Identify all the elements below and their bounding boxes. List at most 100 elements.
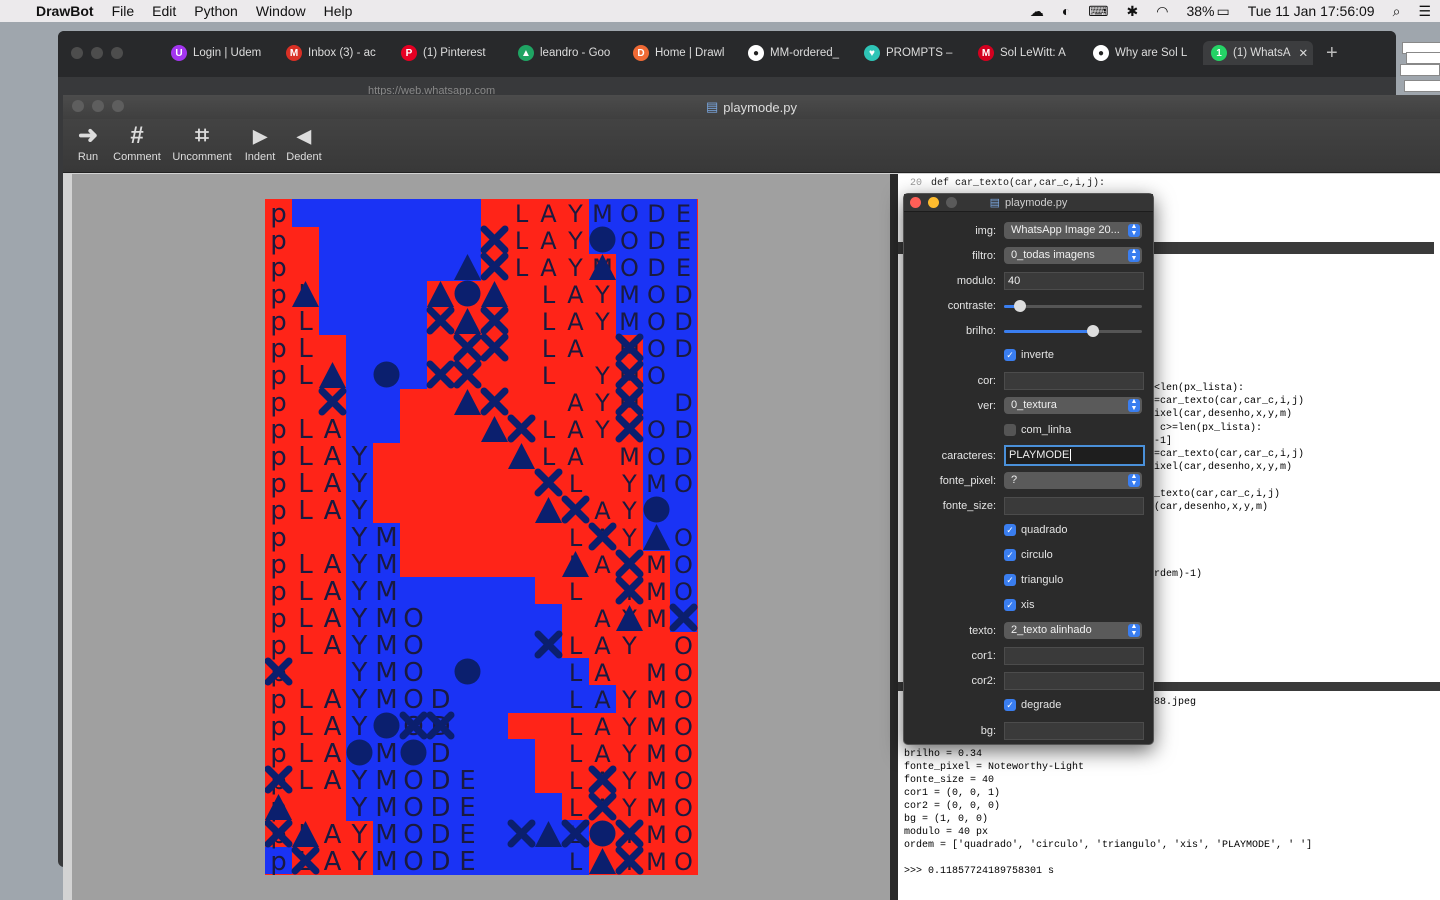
artwork-letter: O [403,658,423,688]
code-fragment: ixel(car,desenho,x,y,m) [1154,462,1293,473]
battery-percent[interactable]: 38% [1177,3,1216,19]
modulo-field[interactable]: 40 [1004,272,1144,290]
browser-tab[interactable]: ▲ leandro - Goo [518,41,626,65]
drawbot-minimize-button[interactable] [92,100,104,112]
browser-address-bar[interactable]: https://web.whatsapp.com [288,81,1188,95]
code-fragment: (car,desenho,x,y,m) [1154,502,1269,513]
run-button[interactable]: ➜ Run [75,121,101,163]
creative-cloud-icon[interactable]: ☁ [1021,3,1053,20]
fonte-size-field[interactable] [1004,497,1144,515]
menu-python[interactable]: Python [185,3,247,19]
bg-field[interactable] [1004,722,1144,740]
artwork-triangle [292,281,319,307]
texto-popup[interactable]: 2_texto alinhado ▲ ▼ [1004,622,1142,639]
artwork-letter: A [567,389,584,417]
artwork-letter: M [646,821,667,849]
drawbot-close-button[interactable] [72,100,84,112]
artwork-letter: L [298,766,313,796]
browser-minimize-button[interactable] [91,47,103,59]
quadrado-checkbox[interactable]: ✓ quadrado [1004,524,1068,536]
circulo-checkbox[interactable]: ✓ circulo [1004,549,1053,561]
artwork-letter: O [674,767,693,795]
dedent-label: Dedent [286,151,322,163]
control-center-icon[interactable]: ☰ [1409,3,1440,20]
uncomment-button[interactable]: ⌗ Uncomment [170,121,234,163]
menu-window[interactable]: Window [247,3,315,19]
clock[interactable]: Tue 11 Jan 17:56:09 [1239,3,1384,19]
caracteres-field[interactable]: PLAYMODE [1004,445,1145,466]
browser-tab[interactable]: ♥ PROMPTS – [864,41,972,65]
contraste-slider[interactable] [1004,297,1142,315]
browser-tab[interactable]: D Home | Drawl [633,41,741,65]
artwork-letter: O [647,362,666,390]
xis-checkbox[interactable]: ✓ xis [1004,599,1034,611]
degrade-checkbox[interactable]: ✓ degrade [1004,699,1061,711]
panel-zoom-button[interactable] [946,197,957,208]
dedent-button[interactable]: ◀ Dedent [284,121,324,163]
comment-label: Comment [113,151,161,163]
dark-mode-icon[interactable]: ◐ [1053,3,1079,19]
pane-splitter[interactable] [890,174,898,900]
brilho-slider[interactable] [1004,322,1142,340]
indent-button[interactable]: ▶ Indent [241,121,279,163]
browser-tab[interactable]: U Login | Udem [171,41,279,65]
modulo-label: modulo: [956,275,996,287]
artwork-letter: L [298,550,313,580]
drawbot-zoom-button[interactable] [112,100,124,112]
browser-tab[interactable]: M Sol LeWitt: A [978,41,1086,65]
tab-favicon-icon: ● [1093,45,1109,61]
panel-close-button[interactable] [910,197,921,208]
cor1-field[interactable] [1004,647,1144,665]
artwork-xis [480,306,509,335]
artwork-letter: E [459,766,475,796]
menu-edit[interactable]: Edit [143,3,185,19]
browser-close-button[interactable] [71,47,83,59]
keyboard-icon[interactable]: ⌨ [1079,3,1117,20]
artwork-letter: Y [621,497,637,525]
wifi-icon[interactable]: ◠ [1147,3,1177,20]
browser-tab[interactable]: 1 (1) WhatsA ✕ [1203,41,1313,65]
artwork-letter: A [594,551,611,579]
tab-close-icon[interactable]: ✕ [1299,46,1309,60]
menu-file[interactable]: File [103,3,144,19]
row-degrade: ✓ degrade [904,697,1153,717]
com-linha-checkbox[interactable]: com_linha [1004,424,1071,436]
cor2-field[interactable] [1004,672,1144,690]
img-value: WhatsApp Image 20... [1011,224,1120,236]
artwork-letter: A [324,766,342,796]
app-menu-drawbot[interactable]: DrawBot [27,3,103,19]
comment-button[interactable]: # Comment [111,121,163,163]
spotlight-search-icon[interactable]: ⌕ [1384,3,1410,20]
menu-help[interactable]: Help [315,3,362,19]
filtro-popup[interactable]: 0_todas imagens ▲ ▼ [1004,247,1142,264]
artwork-letter: A [594,497,611,525]
artwork-circle [454,280,481,307]
artwork-letter: D [674,281,692,309]
fonte-pixel-popup[interactable]: ? ▲ ▼ [1004,472,1142,489]
slider-knob[interactable] [1087,325,1100,337]
cor-field[interactable] [1004,372,1144,390]
artwork-letter: D [674,335,692,363]
img-popup[interactable]: WhatsApp Image 20... ▲ ▼ [1004,222,1142,239]
artwork-letter: A [594,713,611,741]
contraste-label: contraste: [947,300,996,312]
artwork-letter: O [403,766,423,796]
comment-hash-icon: # [130,122,144,149]
browser-tab[interactable]: ● MM-ordered_ [748,41,856,65]
bluetooth-icon[interactable]: ✱ [1118,3,1148,20]
artwork-circle [400,739,427,766]
ver-popup[interactable]: 0_textura ▲ ▼ [1004,397,1142,414]
browser-tab[interactable]: P (1) Pinterest [401,41,509,65]
panel-minimize-button[interactable] [928,197,939,208]
new-tab-button[interactable]: + [1326,42,1338,65]
inverte-checkbox[interactable]: ✓ inverte [1004,349,1054,361]
artwork-letter: M [646,605,667,633]
row-inverte: ✓ inverte [904,347,1153,367]
drawing-canvas-area[interactable]: ppppLpLpLpLAppLApLAYpLAYpLAYpYMpLAYMpLAY… [72,174,890,900]
browser-tab[interactable]: M Inbox (3) - ac [286,41,394,65]
slider-knob[interactable] [1014,300,1027,312]
triangulo-checkbox[interactable]: ✓ triangulo [1004,574,1063,586]
browser-tab[interactable]: ● Why are Sol L [1093,41,1201,65]
output-line: 88.jpeg [1154,697,1197,708]
browser-zoom-button[interactable] [111,47,123,59]
